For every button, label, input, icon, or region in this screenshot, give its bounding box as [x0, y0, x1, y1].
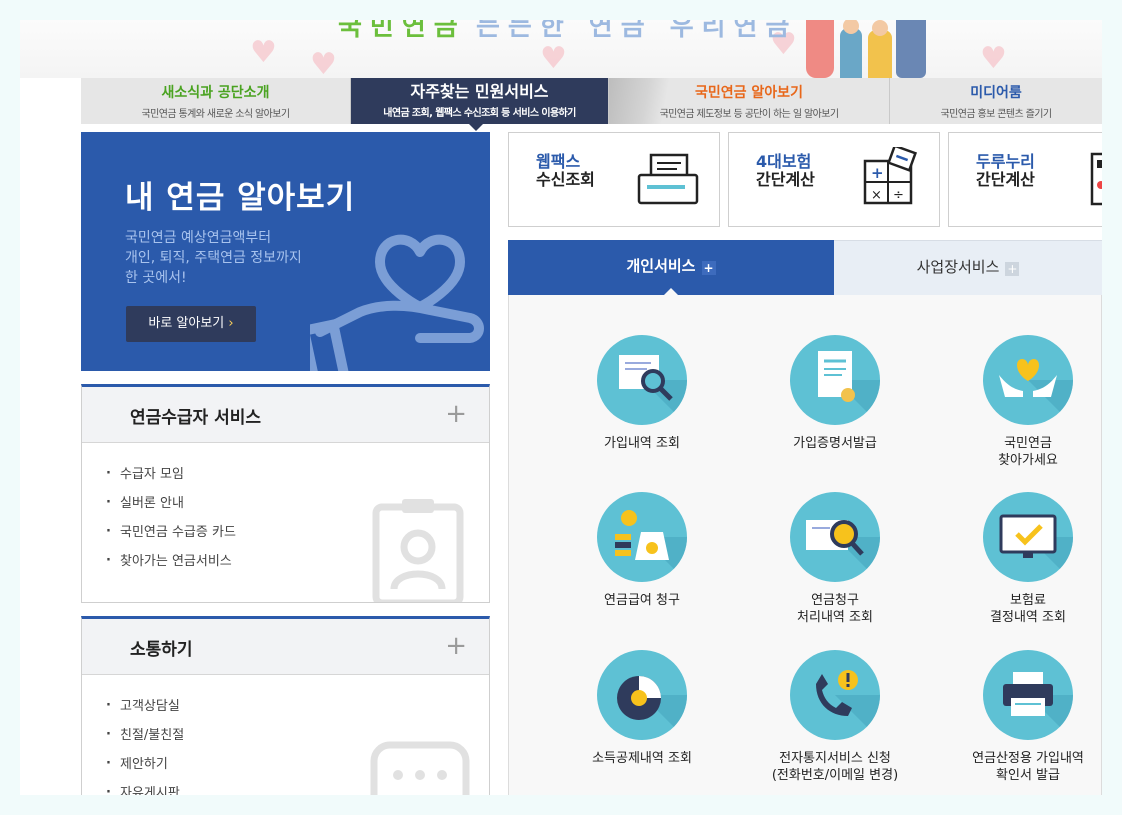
service-label: 보험료 결정내역 조회 — [990, 593, 1066, 625]
page-frame: ♥ ♥ ♥ ♥ ♥ 국민연금 든든한 연금 우리연금 새소식과 공단소개 국민연… — [20, 20, 1102, 795]
nav-tab-title: 자주찾는 민원서비스 — [410, 82, 549, 101]
hero-desc-line: 한 곳에서! — [125, 270, 187, 286]
panel-title: 연금수급자 서비스 — [130, 408, 262, 428]
family-illustration — [804, 20, 934, 78]
service-label: 가입증명서발급 — [793, 436, 877, 451]
four-insurance-calc-card[interactable]: 4대보험 간단계산 + × ÷ — [728, 132, 940, 227]
list-item[interactable]: 수급자 모임 — [106, 464, 489, 494]
nav-tab-subtitle: 국민연금 통계와 새로운 소식 알아보기 — [141, 109, 291, 120]
heart-decoration-icon: ♥ — [310, 47, 337, 79]
view-now-button[interactable]: 바로 알아보기 › — [126, 306, 256, 342]
monitor-check-icon — [983, 492, 1073, 582]
plus-icon: + — [701, 261, 716, 275]
service-label: 가입내역 조회 — [604, 436, 680, 451]
service-label: 국민연금 찾아가세요 — [998, 436, 1058, 468]
calculator-icon: + × ÷ — [863, 147, 918, 205]
phone-alert-icon — [790, 650, 880, 740]
service-label: 연금급여 청구 — [604, 593, 680, 608]
plus-icon: + — [1005, 262, 1020, 276]
svg-text:×: × — [871, 188, 882, 203]
card-label: 4대보험 간단계산 — [756, 152, 815, 189]
nav-tab-subtitle: 국민연금 제도정보 등 공단이 하는 일 알아보기 — [659, 109, 839, 120]
heart-decoration-icon: ♥ — [250, 35, 277, 70]
card-label: 두루누리 간단계산 — [976, 152, 1035, 189]
id-badge-icon — [372, 499, 464, 602]
svg-text:÷: ÷ — [893, 188, 904, 203]
pension-recipient-panel: 연금수급자 서비스 + 수급자 모임 실버론 안내 국민연금 수급증 카드 찾아… — [81, 384, 490, 603]
service-join-certificate[interactable]: 가입증명서발급 — [755, 335, 915, 452]
nav-tab-media-room[interactable]: 미디어룸 국민연금 홍보 콘텐츠 즐기기 — [890, 78, 1102, 124]
heart-decoration-icon: ♥ — [540, 41, 567, 76]
service-join-confirmation[interactable]: 연금산정용 가입내역 확인서 발급 — [948, 650, 1102, 784]
hero-desc-line: 국민연금 예상연금액부터 — [125, 230, 272, 246]
banner-headline: 국민연금 — [338, 20, 466, 42]
panel-header: 소통하기 + — [82, 619, 489, 675]
nav-tab-about-pension[interactable]: 국민연금 알아보기 국민연금 제도정보 등 공단이 하는 일 알아보기 — [609, 78, 890, 124]
expand-plus-icon[interactable]: + — [445, 633, 467, 659]
nav-tab-subtitle: 내연금 조회, 웹팩스 수신조회 등 서비스 이용하기 — [383, 108, 576, 119]
personal-service-panel: 가입내역 조회 가입증명서발급 국민연금 찾아가세요 연금급여 청구 연금청구 … — [508, 295, 1102, 795]
expand-plus-icon[interactable]: + — [445, 401, 467, 427]
service-claim-status[interactable]: 연금청구 처리내역 조회 — [755, 492, 915, 626]
banner-tagline: 든든한 연금 우리연금 — [476, 20, 798, 42]
hero-title: 내 연금 알아보기 — [125, 180, 356, 216]
hero-description: 국민연금 예상연금액부터 개인, 퇴직, 주택연금 정보까지 한 곳에서! — [125, 228, 302, 288]
nav-tab-services[interactable]: 자주찾는 민원서비스 내연금 조회, 웹팩스 수신조회 등 서비스 이용하기 — [351, 78, 609, 131]
tab-business-service[interactable]: 사업장서비스 + — [834, 240, 1102, 295]
certificate-icon — [790, 335, 880, 425]
nav-tab-news[interactable]: 새소식과 공단소개 국민연금 통계와 새로운 소식 알아보기 — [81, 78, 351, 124]
heart-hands-icon — [983, 335, 1073, 425]
service-e-notice[interactable]: 전자통지서비스 신청 (전화번호/이메일 변경) — [755, 650, 915, 784]
service-pension-claim[interactable]: 연금급여 청구 — [562, 492, 722, 609]
pie-chart-icon — [597, 650, 687, 740]
nav-tab-title: 국민연금 알아보기 — [695, 85, 803, 101]
document-search-icon — [597, 335, 687, 425]
my-pension-hero: 내 연금 알아보기 국민연금 예상연금액부터 개인, 퇴직, 주택연금 정보까지… — [81, 132, 490, 371]
view-now-label: 바로 알아보기 — [148, 316, 225, 331]
card-label: 웹팩스 수신조회 — [536, 152, 595, 189]
communication-panel: 소통하기 + 고객상담실 친절/불친절 제안하기 자유게시판 — [81, 616, 490, 795]
hero-desc-line: 개인, 퇴직, 주택연금 정보까지 — [125, 250, 302, 266]
service-label: 전자통지서비스 신청 (전화번호/이메일 변경) — [771, 751, 899, 783]
service-join-history[interactable]: 가입내역 조회 — [562, 335, 722, 452]
speech-bubble-icon — [370, 741, 470, 795]
panel-header: 연금수급자 서비스 + — [82, 387, 489, 443]
calculator-icon — [1090, 152, 1102, 206]
money-bag-icon — [597, 492, 687, 582]
tab-label: 사업장서비스 — [916, 258, 1000, 276]
heart-decoration-icon: ♥ — [980, 41, 1007, 76]
service-income-deduction[interactable]: 소득공제내역 조회 — [562, 650, 722, 767]
nav-tab-title: 미디어룸 — [970, 85, 1022, 101]
tab-personal-service[interactable]: 개인서비스 + — [508, 240, 834, 295]
panel-title: 소통하기 — [130, 640, 193, 660]
tab-label: 개인서비스 — [626, 257, 696, 275]
money-search-icon — [790, 492, 880, 582]
service-find-pension[interactable]: 국민연금 찾아가세요 — [948, 335, 1102, 469]
top-banner: ♥ ♥ ♥ ♥ ♥ 국민연금 든든한 연금 우리연금 — [20, 20, 1102, 78]
list-item[interactable]: 고객상담실 — [106, 696, 489, 726]
service-premium-decision[interactable]: 보험료 결정내역 조회 — [948, 492, 1102, 626]
fax-icon — [637, 153, 699, 205]
service-tabs: 개인서비스 + 사업장서비스 + — [508, 240, 1102, 295]
svg-text:+: + — [871, 164, 884, 182]
service-label: 연금산정용 가입내역 확인서 발급 — [972, 751, 1084, 783]
chevron-right-icon: › — [228, 316, 234, 331]
nav-tab-subtitle: 국민연금 홍보 콘텐츠 즐기기 — [940, 109, 1053, 120]
nav-tab-title: 새소식과 공단소개 — [161, 85, 270, 101]
service-label: 소득공제내역 조회 — [592, 751, 692, 766]
webfax-card[interactable]: 웹팩스 수신조회 — [508, 132, 720, 227]
service-label: 연금청구 처리내역 조회 — [797, 593, 873, 625]
durunuri-calc-card[interactable]: 두루누리 간단계산 — [948, 132, 1102, 227]
printer-icon — [983, 650, 1073, 740]
heart-in-hand-icon — [310, 234, 484, 371]
main-nav: 새소식과 공단소개 국민연금 통계와 새로운 소식 알아보기 자주찾는 민원서비… — [81, 78, 1102, 131]
